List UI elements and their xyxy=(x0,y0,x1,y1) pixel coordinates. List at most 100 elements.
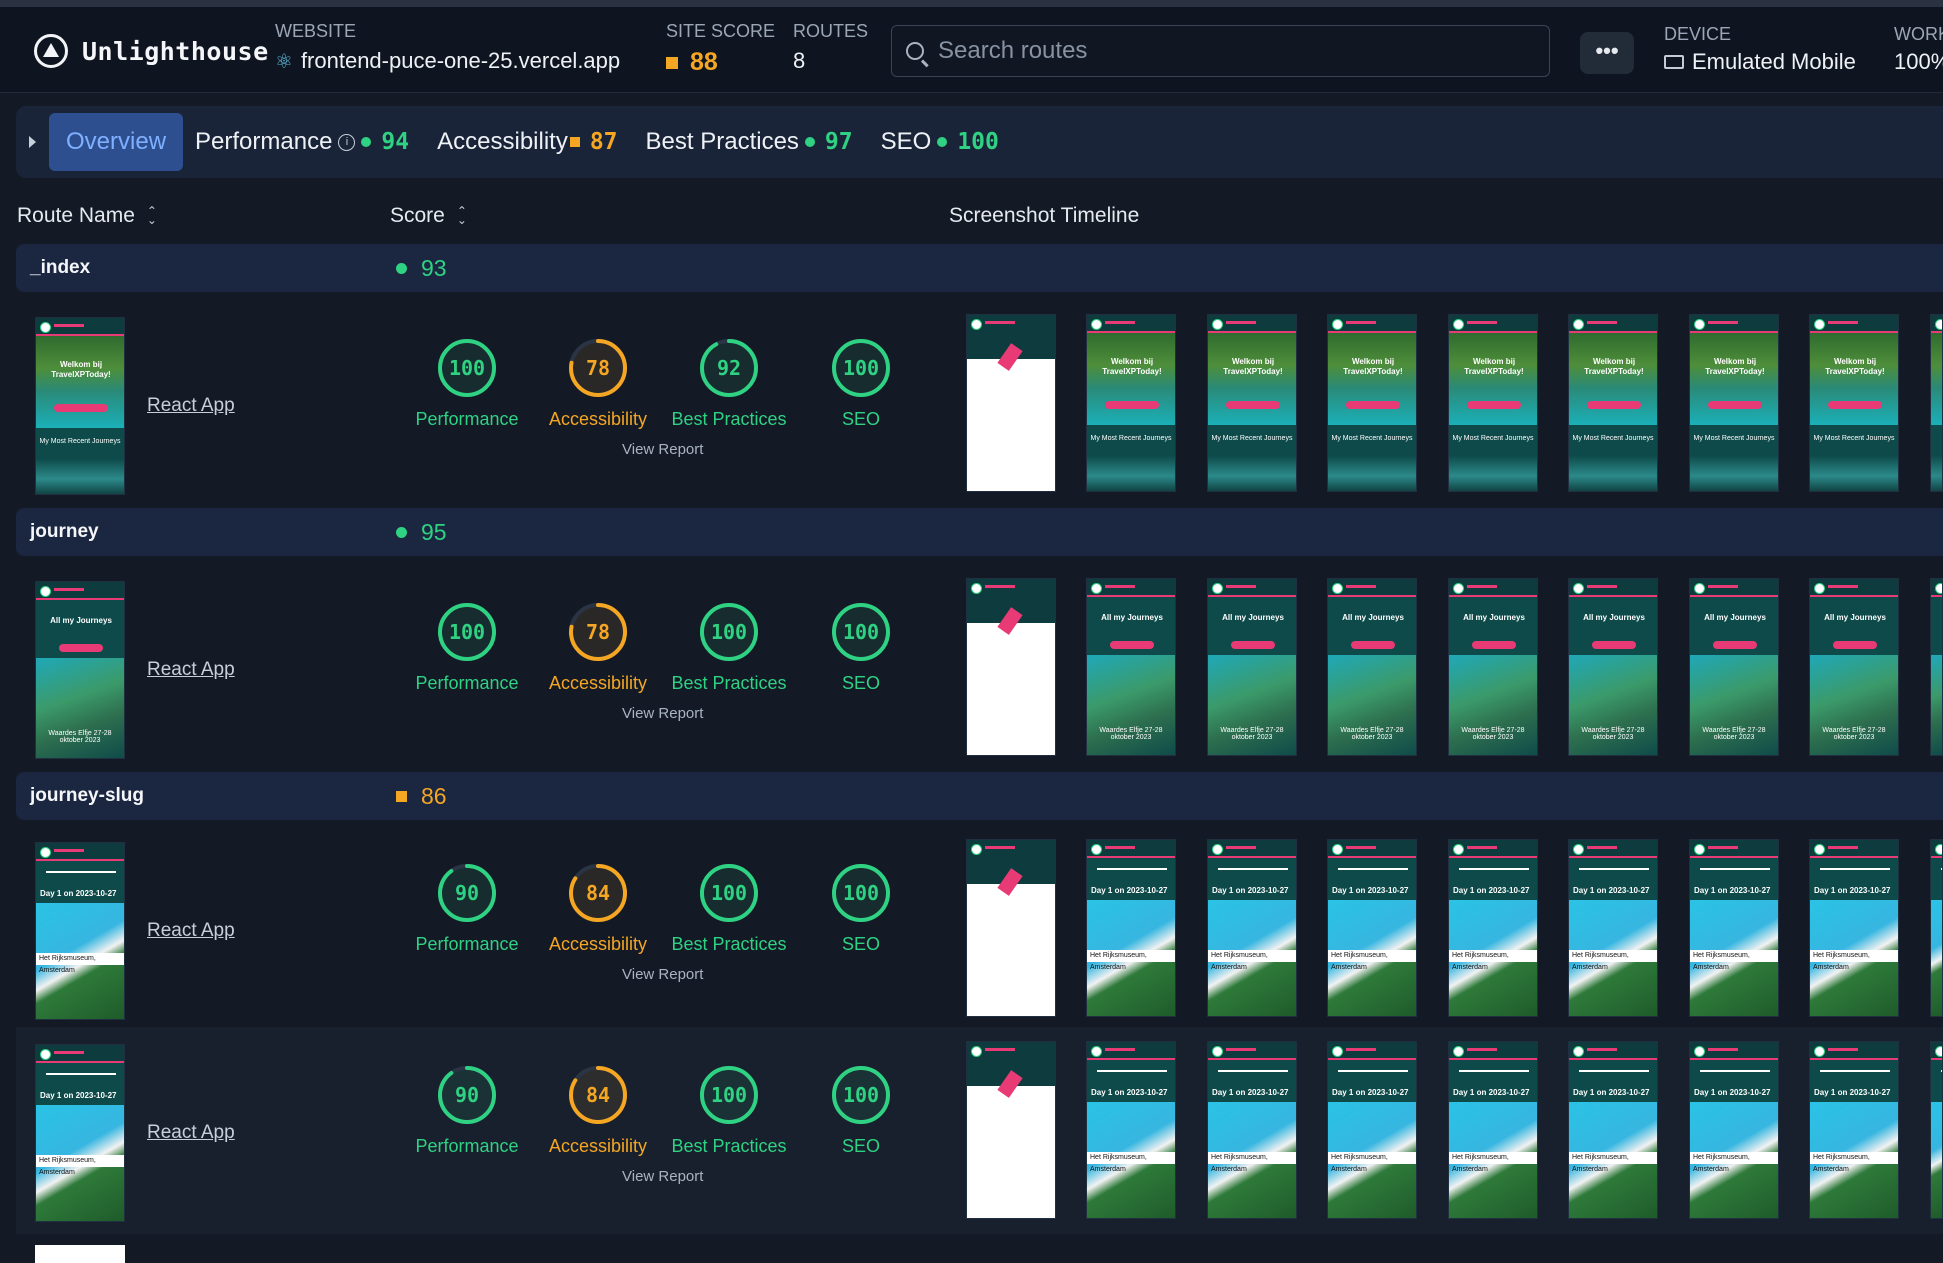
seo-gauge[interactable]: 100 xyxy=(830,337,892,399)
tab-performance[interactable]: Performance i 94 xyxy=(195,128,425,156)
view-report-link[interactable]: View Report xyxy=(622,966,703,983)
accessibility-gauge[interactable]: 78 xyxy=(567,601,629,663)
performance-gauge[interactable]: 100 xyxy=(436,337,498,399)
tab-overview[interactable]: Overview xyxy=(49,113,184,171)
app-header: Unlighthouse WEBSITE ⚛ frontend-puce-one… xyxy=(0,7,1943,93)
timeline-frame-partial[interactable] xyxy=(1930,578,1943,756)
best-practices-gauge[interactable]: 100 xyxy=(698,1064,760,1126)
group-name: journey-slug xyxy=(30,785,145,806)
tab-best-practices[interactable]: Best Practices 97 xyxy=(646,128,869,156)
seo-gauge[interactable]: 100 xyxy=(830,862,892,924)
timeline-frame[interactable]: Welkom bij TravelXPToday! My Most Recent … xyxy=(1448,314,1538,492)
accessibility-gauge[interactable]: 84 xyxy=(567,1064,629,1126)
timeline-frame[interactable]: Day 1 on 2023-10-27 Het Rijksmuseum, Amst… xyxy=(1689,839,1779,1017)
route-thumbnail[interactable]: Welkom bij TravelXPToday! My Most Recent … xyxy=(35,317,125,495)
performance-gauge[interactable]: 90 xyxy=(436,1064,498,1126)
search-input[interactable] xyxy=(938,37,1518,65)
route-group-journey-slug[interactable]: journey-slug 86 xyxy=(16,772,1943,820)
timeline-frame[interactable]: Day 1 on 2023-10-27 Het Rijksmuseum, Amst… xyxy=(1568,839,1658,1017)
thumbnail-title: Day 1 on 2023-10-27 xyxy=(1573,1088,1650,1097)
sort-icon[interactable]: ⌃ ⌄ xyxy=(147,205,157,226)
tab-accessibility[interactable]: Accessibility 87 xyxy=(437,128,633,156)
seo-gauge[interactable]: 100 xyxy=(830,1064,892,1126)
timeline-frame[interactable]: Welkom bij TravelXPToday! My Most Recent … xyxy=(1689,314,1779,492)
timeline-frame[interactable]: Day 1 on 2023-10-27 Het Rijksmuseum, Amst… xyxy=(1448,1041,1538,1219)
view-report-link[interactable]: View Report xyxy=(622,705,703,722)
route-link[interactable]: React App xyxy=(147,1122,235,1144)
timeline-frame-loading[interactable] xyxy=(966,314,1056,492)
timeline-frame[interactable]: Welkom bij TravelXPToday! My Most Recent … xyxy=(1327,314,1417,492)
search-box[interactable] xyxy=(891,25,1550,77)
best-practices-gauge[interactable]: 92 xyxy=(698,337,760,399)
timeline-frame[interactable]: Welkom bij TravelXPToday! My Most Recent … xyxy=(1568,314,1658,492)
expand-caret-icon[interactable] xyxy=(29,136,36,148)
thumbnail-navbar xyxy=(1208,315,1296,333)
seo-label: SEO xyxy=(841,673,880,693)
timeline-frame[interactable]: Welkom bij TravelXPToday! My Most Recent … xyxy=(1086,314,1176,492)
thumbnail-subtitle: Waardes Elfje 27-28 oktober 2023 xyxy=(1099,727,1163,741)
timeline-frame[interactable]: Day 1 on 2023-10-27 Het Rijksmuseum, Amst… xyxy=(1207,1041,1297,1219)
thumbnail-subtitle: Waardes Elfje 27-28 oktober 2023 xyxy=(1581,727,1645,741)
timeline-frame[interactable]: Welkom bij TravelXPToday! My Most Recent … xyxy=(1207,314,1297,492)
timeline-frame-partial[interactable] xyxy=(1930,839,1943,1017)
route-group-index[interactable]: _index 93 xyxy=(16,244,1943,292)
timeline-frame[interactable]: Day 1 on 2023-10-27 Het Rijksmuseum, Amst… xyxy=(1809,839,1899,1017)
brand[interactable]: Unlighthouse xyxy=(34,34,269,68)
timeline-frame-loading[interactable] xyxy=(966,839,1056,1017)
timeline-frame[interactable]: All my Journeys Waardes Elfje 27-28 oktob… xyxy=(1086,578,1176,756)
timeline-frame[interactable]: Day 1 on 2023-10-27 Het Rijksmuseum, Amst… xyxy=(1568,1041,1658,1219)
next-route-thumbnail[interactable] xyxy=(35,1245,125,1263)
performance-gauge[interactable]: 100 xyxy=(436,601,498,663)
timeline-frame[interactable]: Day 1 on 2023-10-27 Het Rijksmuseum, Amst… xyxy=(1689,1041,1779,1219)
timeline-frame-loading[interactable] xyxy=(966,578,1056,756)
timeline-frame[interactable]: Day 1 on 2023-10-27 Het Rijksmuseum, Amst… xyxy=(1327,1041,1417,1219)
timeline-frame[interactable]: Day 1 on 2023-10-27 Het Rijksmuseum, Amst… xyxy=(1327,839,1417,1017)
seo-gauge[interactable]: 100 xyxy=(830,601,892,663)
timeline-frame[interactable]: Day 1 on 2023-10-27 Het Rijksmuseum, Amst… xyxy=(1086,1041,1176,1219)
column-route-name[interactable]: Route Name ⌃ ⌄ xyxy=(17,204,157,228)
timeline-frame[interactable]: Day 1 on 2023-10-27 Het Rijksmuseum, Amst… xyxy=(1207,839,1297,1017)
timeline-frame[interactable]: Day 1 on 2023-10-27 Het Rijksmuseum, Amst… xyxy=(1809,1041,1899,1219)
timeline-frame[interactable]: Welkom bij TravelXPToday! My Most Recent … xyxy=(1809,314,1899,492)
timeline-frame[interactable]: All my Journeys Waardes Elfje 27-28 oktob… xyxy=(1327,578,1417,756)
route-thumbnail[interactable]: All my Journeys Waardes Elfje 27-28 oktob… xyxy=(35,581,125,759)
more-options-button[interactable]: ••• xyxy=(1580,32,1634,74)
view-report-link[interactable]: View Report xyxy=(622,441,703,458)
performance-gauge[interactable]: 90 xyxy=(436,862,498,924)
routes-count: ROUTES 8 xyxy=(793,21,868,74)
route-link[interactable]: React App xyxy=(147,395,235,417)
best-practices-gauge[interactable]: 100 xyxy=(698,862,760,924)
thumbnail-navbar xyxy=(1931,315,1942,333)
timeline-frame[interactable]: Day 1 on 2023-10-27 Het Rijksmuseum, Amst… xyxy=(1448,839,1538,1017)
route-group-journey[interactable]: journey 95 xyxy=(16,508,1943,556)
route-link[interactable]: React App xyxy=(147,659,235,681)
timeline-frame-partial[interactable] xyxy=(1930,314,1943,492)
timeline-frame[interactable]: All my Journeys Waardes Elfje 27-28 oktob… xyxy=(1689,578,1779,756)
view-report-link[interactable]: View Report xyxy=(622,1168,703,1185)
website-value[interactable]: frontend-puce-one-25.vercel.app xyxy=(301,48,620,74)
accessibility-gauge[interactable]: 78 xyxy=(567,337,629,399)
timeline-frame-partial[interactable] xyxy=(1930,1041,1943,1219)
thumbnail-subtitle: My Most Recent Journeys xyxy=(1090,435,1172,442)
thumbnail-cta xyxy=(1472,641,1516,649)
seo-label: SEO xyxy=(841,1136,880,1156)
best-practices-gauge[interactable]: 100 xyxy=(698,601,760,663)
route-thumbnail[interactable]: Day 1 on 2023-10-27 Het Rijksmuseum, Amst… xyxy=(35,1044,125,1222)
timeline-frame[interactable]: Day 1 on 2023-10-27 Het Rijksmuseum, Amst… xyxy=(1086,839,1176,1017)
timeline-frame[interactable]: All my Journeys Waardes Elfje 27-28 oktob… xyxy=(1448,578,1538,756)
route-thumbnail[interactable]: Day 1 on 2023-10-27 Het Rijksmuseum, Amst… xyxy=(35,842,125,1020)
info-icon[interactable]: i xyxy=(338,133,356,151)
accessibility-gauge[interactable]: 84 xyxy=(567,862,629,924)
timeline-frame[interactable]: All my Journeys Waardes Elfje 27-28 oktob… xyxy=(1207,578,1297,756)
column-score-label: Score xyxy=(390,204,445,227)
timeline-frame[interactable]: All my Journeys Waardes Elfje 27-28 oktob… xyxy=(1568,578,1658,756)
tab-seo[interactable]: SEO 100 xyxy=(881,128,1015,156)
device-value[interactable]: Emulated Mobile xyxy=(1692,49,1856,75)
timeline-frame-loading[interactable] xyxy=(966,1041,1056,1219)
timeline-frame[interactable]: All my Journeys Waardes Elfje 27-28 oktob… xyxy=(1809,578,1899,756)
sort-icon[interactable]: ⌃ ⌄ xyxy=(457,205,467,226)
thumbnail-hero xyxy=(1569,333,1657,425)
route-link[interactable]: React App xyxy=(147,920,235,942)
column-score[interactable]: Score ⌃ ⌄ xyxy=(390,204,467,228)
route-row: Day 1 on 2023-10-27 Het Rijksmuseum, Amst… xyxy=(16,1027,1943,1234)
